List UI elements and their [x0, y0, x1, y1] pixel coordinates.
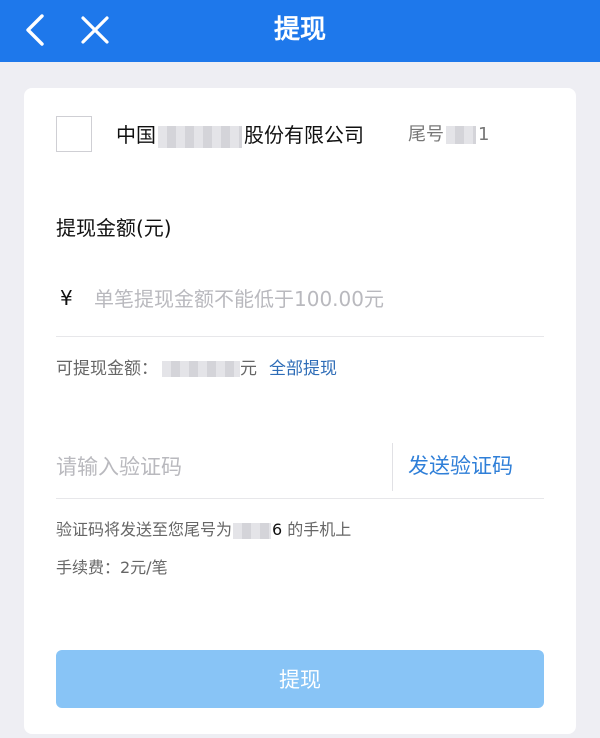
withdraw-all-link[interactable]: 全部提现 [269, 359, 337, 379]
card-tail-digit: 1 [478, 124, 490, 145]
vertical-divider [392, 443, 393, 491]
send-code-button[interactable]: 发送验证码 [408, 450, 513, 480]
withdraw-button[interactable]: 提现 [56, 650, 544, 708]
masked-bank-name [158, 125, 242, 148]
card-tail-number: 尾号 1 [408, 118, 489, 152]
available-label: 可提现金额： [56, 359, 158, 379]
sms-notice-prefix: 验证码将发送至您尾号为 [56, 520, 233, 539]
card-tail-label: 尾号 [408, 124, 444, 145]
masked-card-number [446, 126, 476, 144]
sms-notice-suffix: 的手机上 [282, 520, 352, 539]
available-unit: 元 [240, 359, 257, 379]
page-title: 提现 [273, 15, 326, 45]
yen-symbol: ¥ [60, 286, 73, 310]
phone-tail-digit: 6 [272, 520, 283, 539]
bank-name: 中国 股份有限公司 [116, 118, 364, 152]
bank-name-suffix: 股份有限公司 [244, 123, 364, 147]
masked-phone-number [233, 522, 272, 539]
amount-input[interactable] [94, 282, 534, 316]
bank-name-prefix: 中国 [116, 123, 156, 147]
divider [56, 336, 544, 337]
verification-code-input[interactable] [56, 448, 376, 486]
withdraw-card: 中国 股份有限公司 尾号 1 提现金额(元) ¥ 可提现金额： 元全部提现 发送验证码… [24, 88, 576, 734]
fee-info: 手续费：2元/笔 [56, 558, 168, 577]
bank-select-checkbox[interactable] [56, 116, 92, 152]
divider [56, 498, 544, 499]
available-amount: 可提现金额： 元全部提现 [56, 354, 337, 379]
navigation-bar: 提现 [0, 0, 600, 62]
masked-available-amount [162, 361, 240, 377]
amount-label: 提现金额(元) [56, 216, 172, 240]
sms-notice: 验证码将发送至您尾号为 6 的手机上 [56, 516, 351, 540]
